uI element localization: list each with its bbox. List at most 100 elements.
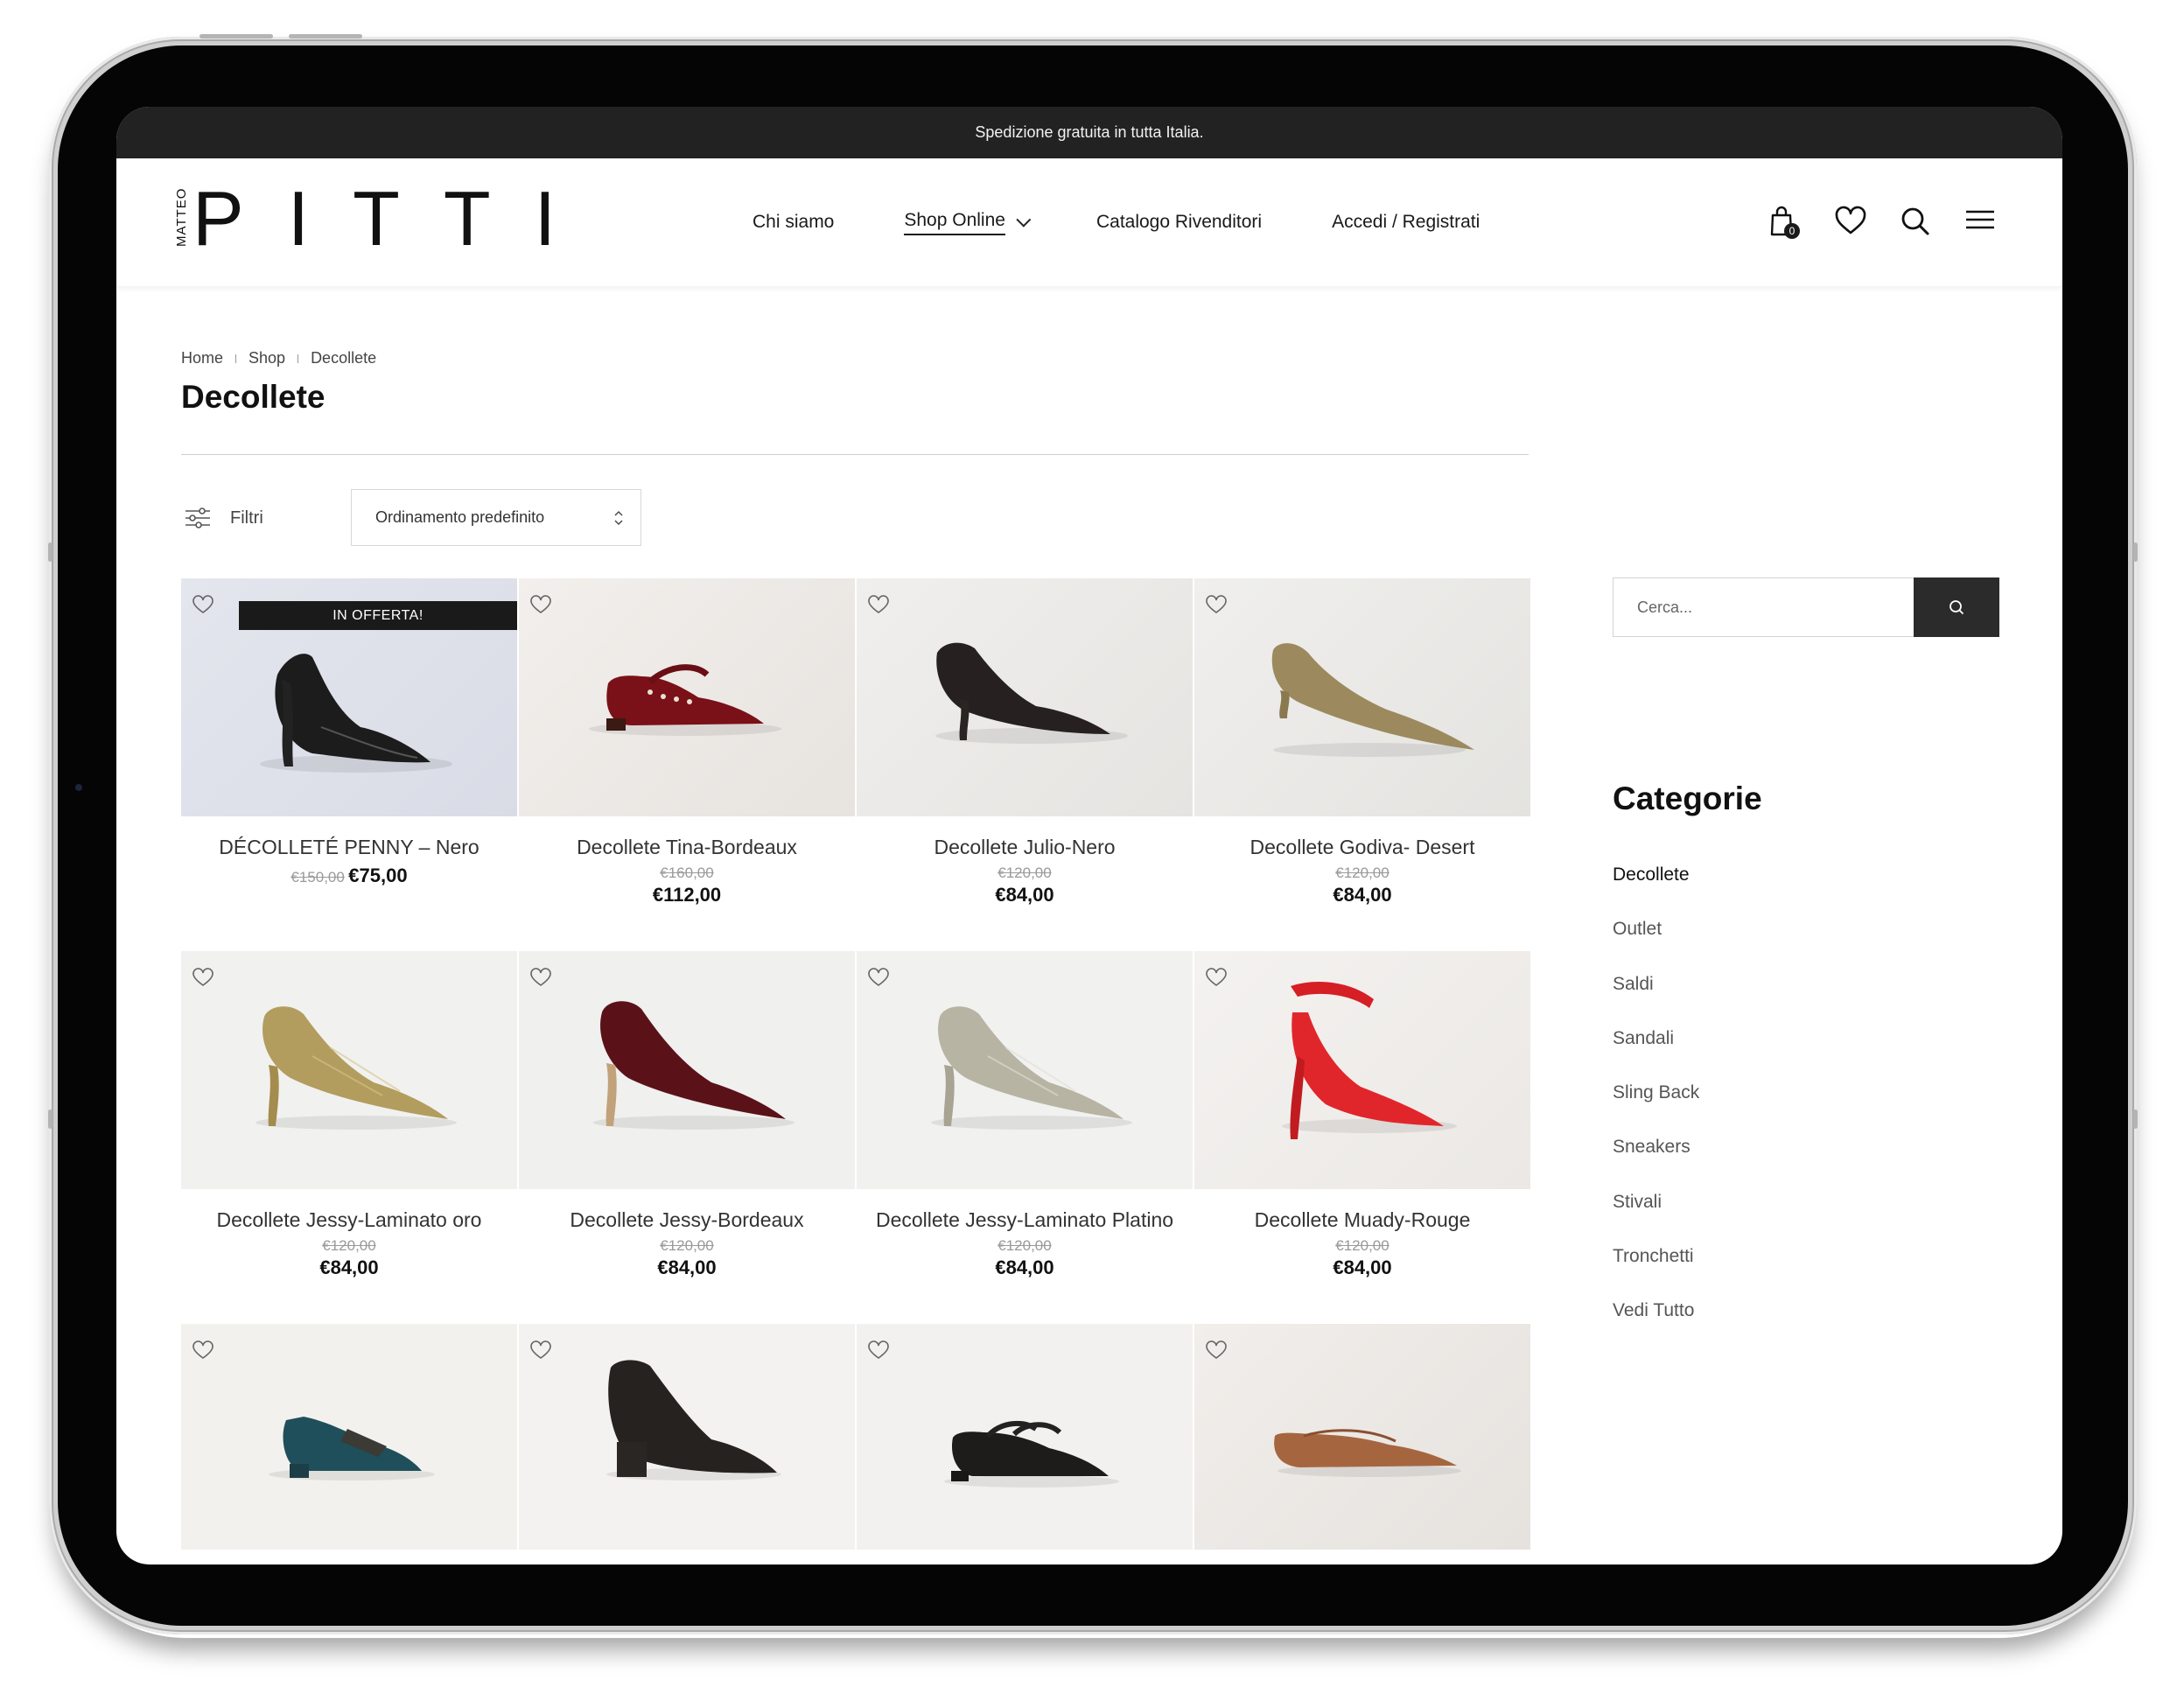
nav-accedi-registrati[interactable]: Accedi / Registrati: [1332, 212, 1480, 233]
product-name[interactable]: Decollete Julio-Nero: [857, 836, 1193, 859]
product-card[interactable]: Decollete Tina-Bordeaux €160,00 €112,00: [519, 578, 855, 906]
product-sale-price: €84,00: [319, 1256, 379, 1278]
product-card[interactable]: [1194, 1324, 1530, 1550]
product-image[interactable]: [857, 951, 1193, 1189]
categories-list: Decollete Outlet Saldi Sandali Sling Bac…: [1613, 864, 1699, 1355]
nav-shop-online-label: Shop Online: [904, 210, 1005, 235]
heart-icon[interactable]: [529, 1340, 552, 1361]
logo[interactable]: MATTEO PITTI: [174, 175, 600, 262]
product-card[interactable]: Decollete Julio-Nero €120,00 €84,00: [857, 578, 1193, 906]
product-card[interactable]: Decollete Jessy-Laminato oro €120,00 €84…: [181, 951, 517, 1279]
heart-icon[interactable]: [1205, 967, 1228, 988]
tablet-side-button: [48, 1110, 52, 1129]
product-old-price: €120,00: [322, 1237, 376, 1254]
heart-icon[interactable]: [1205, 594, 1228, 615]
product-card[interactable]: Decollete Godiva- Desert €120,00 €84,00: [1194, 578, 1530, 906]
product-sale-price: €84,00: [995, 1256, 1054, 1278]
product-sale-price: €84,00: [1333, 1256, 1392, 1278]
search-button[interactable]: [1898, 204, 1933, 239]
nav-shop-online[interactable]: Shop Online: [904, 210, 1032, 235]
product-card[interactable]: [857, 1324, 1193, 1550]
product-name[interactable]: Decollete Godiva- Desert: [1194, 836, 1530, 859]
product-image[interactable]: [857, 1324, 1193, 1550]
cart-count-badge: 0: [1784, 223, 1800, 239]
page-title: Decollete: [181, 379, 326, 415]
product-name[interactable]: Decollete Muady-Rouge: [1194, 1208, 1530, 1232]
product-old-price: €120,00: [1335, 864, 1390, 881]
product-name[interactable]: Decollete Jessy-Laminato oro: [181, 1208, 517, 1232]
product-price: €150,00 €75,00: [181, 864, 517, 887]
heart-icon[interactable]: [867, 967, 890, 988]
heart-icon[interactable]: [1205, 1340, 1228, 1361]
product-card[interactable]: Decollete Jessy-Laminato Platino €120,00…: [857, 951, 1193, 1279]
hamburger-menu-icon: [1966, 210, 1994, 229]
product-card[interactable]: Decollete Jessy-Bordeaux €120,00 €84,00: [519, 951, 855, 1279]
product-price: €120,00 €84,00: [181, 1237, 517, 1279]
announcement-bar: Spedizione gratuita in tutta Italia.: [116, 107, 2062, 158]
category-sneakers[interactable]: Sneakers: [1613, 1137, 1699, 1191]
search-icon: [1901, 207, 1929, 235]
breadcrumb-shop[interactable]: Shop: [248, 349, 285, 368]
search-input[interactable]: [1614, 578, 1911, 636]
product-name[interactable]: DÉCOLLETÉ PENNY – Nero: [181, 836, 517, 859]
main-navigation: Chi siamo Shop Online Catalogo Rivendito…: [752, 158, 1550, 286]
product-price: €120,00 €84,00: [857, 1237, 1193, 1279]
product-sale-price: €84,00: [995, 884, 1054, 906]
breadcrumb-home[interactable]: Home: [181, 349, 223, 368]
product-sale-price: €75,00: [348, 864, 408, 886]
product-card[interactable]: IN OFFERTA! DÉCOLLETÉ PENNY – Nero €150,…: [181, 578, 517, 887]
category-vedi-tutto[interactable]: Vedi Tutto: [1613, 1300, 1699, 1354]
chevron-down-icon: [1016, 212, 1032, 228]
product-old-price: €120,00: [998, 864, 1052, 881]
product-image[interactable]: [519, 951, 855, 1189]
product-name[interactable]: Decollete Jessy-Laminato Platino: [857, 1208, 1193, 1232]
product-image[interactable]: [1194, 578, 1530, 816]
product-image[interactable]: [857, 578, 1193, 816]
category-stivali[interactable]: Stivali: [1613, 1192, 1699, 1246]
product-image[interactable]: [519, 1324, 855, 1550]
category-saldi[interactable]: Saldi: [1613, 974, 1699, 1028]
product-image[interactable]: [181, 951, 517, 1189]
product-image[interactable]: [1194, 1324, 1530, 1550]
category-sandali[interactable]: Sandali: [1613, 1028, 1699, 1082]
product-name[interactable]: Decollete Jessy-Bordeaux: [519, 1208, 855, 1232]
wishlist-button[interactable]: [1833, 204, 1868, 239]
categories-title: Categorie: [1613, 780, 1762, 816]
filters-button[interactable]: Filtri: [185, 507, 263, 529]
menu-button[interactable]: [1963, 204, 1998, 239]
category-sling-back[interactable]: Sling Back: [1613, 1082, 1699, 1137]
heart-icon[interactable]: [867, 1340, 890, 1361]
product-name[interactable]: Decollete Tina-Bordeaux: [519, 836, 855, 859]
product-card[interactable]: Decollete Muady-Rouge €120,00 €84,00: [1194, 951, 1530, 1279]
product-image[interactable]: IN OFFERTA!: [181, 578, 517, 816]
product-image[interactable]: [181, 1324, 517, 1550]
product-price: €120,00 €84,00: [519, 1237, 855, 1279]
product-sale-price: €112,00: [652, 884, 722, 906]
nav-catalogo-rivenditori[interactable]: Catalogo Rivenditori: [1096, 212, 1262, 233]
breadcrumb-current: Decollete: [311, 349, 377, 367]
heart-icon[interactable]: [529, 594, 552, 615]
product-old-price: €160,00: [660, 864, 714, 881]
sort-select[interactable]: Ordinamento predefinito: [351, 489, 641, 546]
heart-icon[interactable]: [867, 594, 890, 615]
browser-viewport: Spedizione gratuita in tutta Italia. MAT…: [116, 107, 2062, 1564]
search-submit-button[interactable]: [1914, 578, 1999, 637]
product-card[interactable]: [181, 1324, 517, 1550]
select-arrows-icon: [614, 511, 623, 525]
category-outlet[interactable]: Outlet: [1613, 919, 1699, 973]
heart-icon[interactable]: [529, 967, 552, 988]
heart-icon[interactable]: [192, 594, 214, 615]
product-image[interactable]: [519, 578, 855, 816]
sort-selected-value: Ordinamento predefinito: [375, 508, 545, 526]
tablet-side-button: [2133, 542, 2138, 562]
nav-chi-siamo[interactable]: Chi siamo: [752, 212, 834, 233]
product-image[interactable]: [1194, 951, 1530, 1189]
heart-icon[interactable]: [192, 1340, 214, 1361]
heart-icon[interactable]: [192, 967, 214, 988]
logo-main-text: PITTI: [192, 175, 600, 262]
cart-button[interactable]: 0: [1765, 204, 1800, 239]
front-camera: [75, 784, 82, 791]
category-tronchetti[interactable]: Tronchetti: [1613, 1246, 1699, 1300]
category-decollete[interactable]: Decollete: [1613, 864, 1699, 919]
product-card[interactable]: [519, 1324, 855, 1550]
